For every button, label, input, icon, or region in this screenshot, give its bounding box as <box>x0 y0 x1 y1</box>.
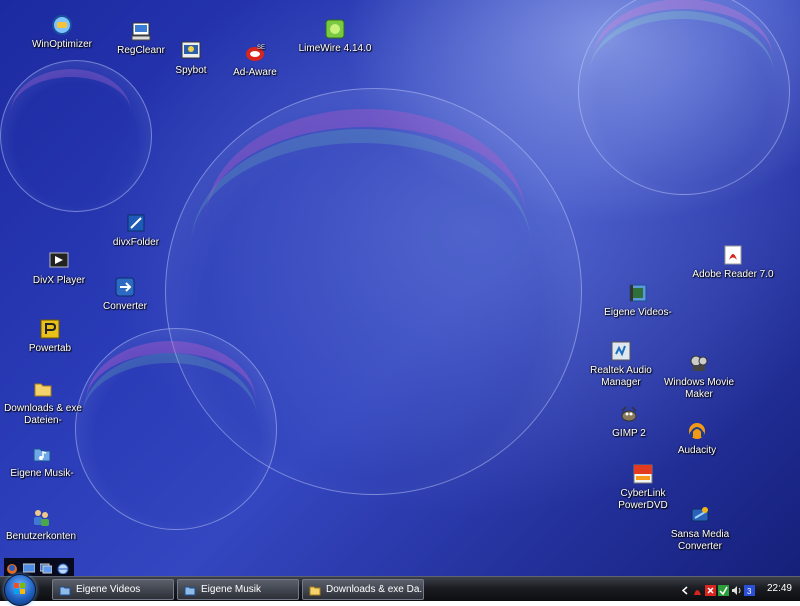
svg-text:3: 3 <box>747 587 752 596</box>
volume-icon[interactable] <box>731 583 742 595</box>
limewire-icon <box>324 18 346 40</box>
wallpaper-bubble-large <box>165 88 582 495</box>
icon-label: Realtek Audio Manager <box>590 365 652 388</box>
icon-label: Sansa Media Converter <box>670 529 730 552</box>
desktop-icon-sansa-converter[interactable]: Sansa Media Converter <box>655 504 745 553</box>
folder-icon <box>309 584 321 596</box>
firefox-icon[interactable] <box>6 561 18 574</box>
taskbar-button-downloads[interactable]: Downloads & exe Da... <box>302 579 424 600</box>
wallpaper-bubble-bottom-left <box>75 328 277 530</box>
icon-label: Windows Movie Maker <box>663 377 735 400</box>
antivirus-tray-icon[interactable] <box>705 583 716 596</box>
realtek-audio-icon <box>610 340 632 362</box>
music-folder-icon <box>31 443 53 465</box>
chevron-left-icon[interactable] <box>680 583 691 595</box>
adobe-tray-icon[interactable] <box>692 583 703 595</box>
taskbar-button-eigene-musik[interactable]: Eigene Musik <box>177 579 299 600</box>
start-button[interactable] <box>4 574 36 606</box>
wallpaper-bubble-left <box>0 60 152 212</box>
desktop-icon-realtek-audio[interactable]: Realtek Audio Manager <box>576 340 666 389</box>
desktop-icon-powertab[interactable]: Powertab <box>5 318 95 355</box>
icon-label: Audacity <box>677 445 717 456</box>
desktop-icon-movie-maker[interactable]: Windows Movie Maker <box>654 352 744 401</box>
adobe-reader-icon <box>722 244 744 266</box>
windows-start-orb-icon <box>14 583 26 595</box>
taskbar-button-label: Downloads & exe Da... <box>326 584 424 595</box>
check-tray-icon[interactable] <box>718 583 729 596</box>
wallpaper-bubble-top-right <box>578 0 790 195</box>
desktop[interactable]: WinOptimizer RegCleanr Spybot SE Ad-Awar… <box>0 0 800 576</box>
desktop-icon-converter[interactable]: Converter <box>80 276 170 313</box>
icon-label: Eigene Musik- <box>10 468 74 479</box>
network-icon[interactable]: 3 <box>744 583 755 596</box>
audacity-icon <box>686 420 708 442</box>
user-accounts-icon <box>30 506 52 528</box>
switch-windows-icon[interactable] <box>39 561 53 574</box>
desktop-icon-limewire[interactable]: LimeWire 4.14.0 <box>290 18 380 55</box>
internet-icon[interactable] <box>57 561 69 575</box>
notification-area: 3 22:49 <box>678 577 800 601</box>
folder-icon <box>32 378 54 400</box>
divx-player-icon <box>48 250 70 272</box>
divx-folder-icon <box>125 212 147 234</box>
icon-label: LimeWire 4.14.0 <box>298 43 372 54</box>
winoptimizer-icon <box>51 14 73 36</box>
powerdvd-icon <box>632 463 654 485</box>
icon-label: Powertab <box>28 343 72 354</box>
icon-label: divxFolder <box>112 237 160 248</box>
taskbar: Eigene Videos Eigene Musik Downloads & e… <box>0 574 800 606</box>
desktop-icon-divx-folder[interactable]: divxFolder <box>91 212 181 249</box>
system-clock[interactable]: 22:49 <box>767 577 792 601</box>
converter-icon <box>114 276 136 298</box>
icon-label: Adobe Reader 7.0 <box>692 269 774 280</box>
desktop-icon-downloads-folder[interactable]: Downloads & exe Dateien- <box>0 378 88 427</box>
gimp-icon <box>618 403 640 425</box>
icon-label: WinOptimizer <box>31 39 92 50</box>
icon-label: Converter <box>103 301 147 312</box>
desktop-icon-winoptimizer[interactable]: WinOptimizer <box>17 14 107 51</box>
regcleanr-icon <box>130 20 152 42</box>
quick-launch-toolbar <box>4 558 74 576</box>
taskbar-button-eigene-videos[interactable]: Eigene Videos <box>52 579 174 600</box>
powertab-icon <box>39 318 61 340</box>
ad-aware-icon: SE <box>244 42 266 64</box>
videos-folder-icon <box>627 282 649 304</box>
spybot-icon <box>180 40 202 62</box>
desktop-icon-eigene-musik[interactable]: Eigene Musik- <box>0 443 87 480</box>
icon-label: Eigene Videos- <box>604 307 672 318</box>
sansa-converter-icon <box>689 504 711 526</box>
icon-label: Downloads & exe Dateien- <box>4 403 82 426</box>
desktop-icon-adobe-reader[interactable]: Adobe Reader 7.0 <box>688 244 778 281</box>
videos-folder-icon <box>59 584 71 596</box>
music-folder-icon <box>184 584 196 596</box>
taskbar-button-label: Eigene Musik <box>201 584 262 595</box>
show-desktop-icon[interactable] <box>22 561 36 573</box>
icon-label: Benutzerkonten <box>5 531 77 542</box>
movie-maker-icon <box>688 352 710 374</box>
desktop-icon-ad-aware[interactable]: SE Ad-Aware <box>210 42 300 79</box>
icon-label: Ad-Aware <box>233 67 277 78</box>
desktop-icon-eigene-videos[interactable]: Eigene Videos- <box>593 282 683 319</box>
desktop-icon-benutzerkonten[interactable]: Benutzerkonten <box>0 506 86 543</box>
taskbar-button-label: Eigene Videos <box>76 584 141 595</box>
svg-text:SE: SE <box>257 45 265 51</box>
desktop-icon-audacity[interactable]: Audacity <box>652 420 742 457</box>
